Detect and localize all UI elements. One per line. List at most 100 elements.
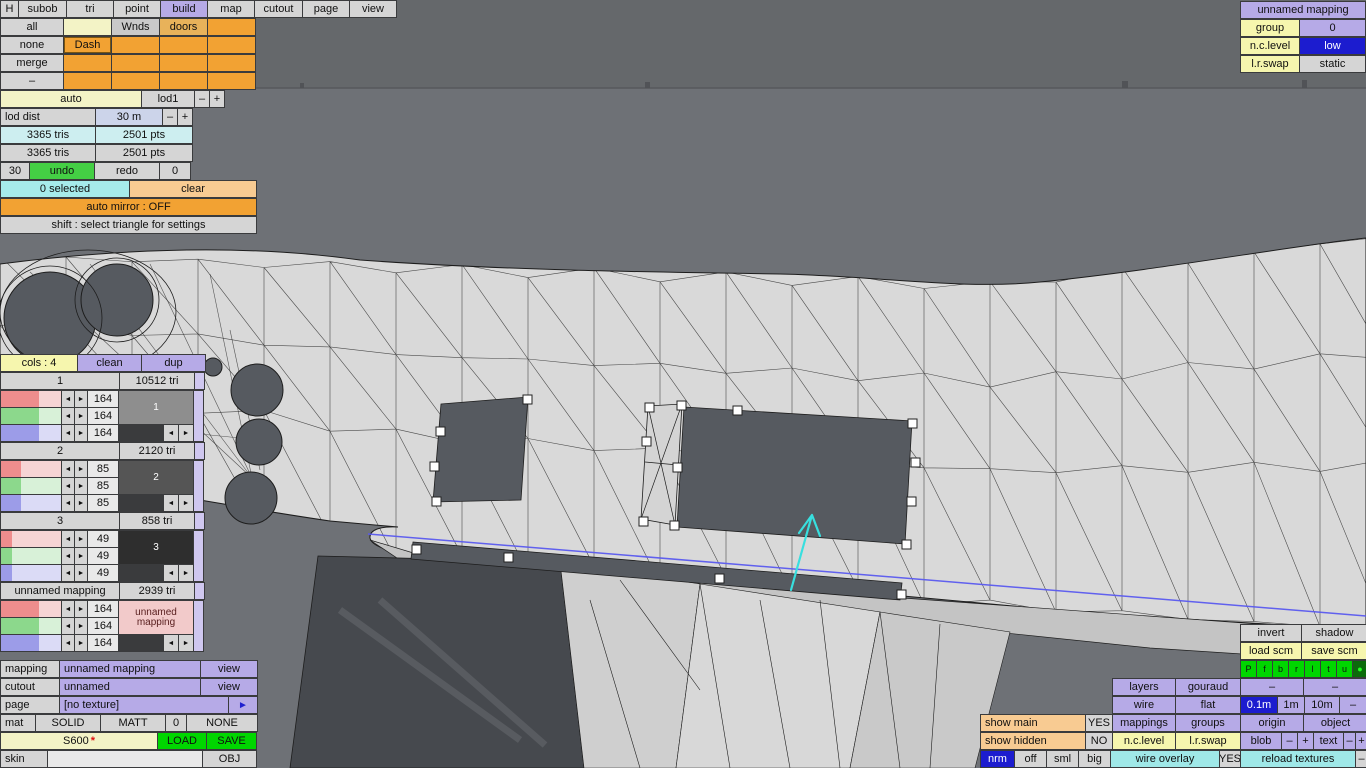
origin-button[interactable]: origin — [1241, 715, 1303, 731]
slider-increment-button[interactable]: ► — [75, 478, 87, 494]
nrm-off-button[interactable]: off — [1015, 751, 1046, 767]
auto-mirror-toggle[interactable]: auto mirror : OFF — [1, 199, 256, 215]
wire-button[interactable]: wire — [1113, 697, 1175, 713]
blob-plus-button[interactable]: + — [1298, 733, 1313, 749]
dup-button[interactable]: dup — [142, 355, 205, 371]
grid-1m-button[interactable]: 1m — [1278, 697, 1304, 713]
text-button[interactable]: text — [1314, 733, 1343, 749]
subobject-cell[interactable] — [64, 19, 111, 35]
group-prev-button[interactable]: ◄ — [164, 425, 178, 441]
tab-cutout[interactable]: cutout — [255, 1, 302, 17]
tab-map[interactable]: map — [208, 1, 254, 17]
select-all-button[interactable]: all — [1, 19, 63, 35]
group-name[interactable]: 2 — [1, 443, 119, 459]
show-hidden-toggle[interactable]: show hidden — [981, 733, 1085, 749]
slider-decrement-button[interactable]: ◄ — [62, 601, 74, 617]
merge-button[interactable]: merge — [1, 55, 63, 71]
blob-button[interactable]: blob — [1241, 733, 1281, 749]
subobject-cell[interactable] — [64, 73, 111, 89]
subobject-cell[interactable] — [160, 73, 207, 89]
show-main-toggle[interactable]: show main — [981, 715, 1085, 731]
nclevel-value[interactable]: low — [1300, 38, 1365, 54]
slider-decrement-button[interactable]: ◄ — [62, 478, 74, 494]
subobject-cell[interactable] — [208, 73, 255, 89]
group-name[interactable]: 3 — [1, 513, 119, 529]
slider-increment-button[interactable]: ► — [75, 635, 87, 651]
load-button[interactable]: LOAD — [158, 733, 206, 749]
object-button[interactable]: object — [1304, 715, 1366, 731]
group-prev-button[interactable]: ◄ — [164, 495, 178, 511]
gouraud-dash-button[interactable]: – — [1304, 679, 1366, 695]
slider-decrement-button[interactable]: ◄ — [62, 531, 74, 547]
group-prev-button[interactable]: ◄ — [164, 635, 178, 651]
show-hidden-value[interactable]: NO — [1086, 733, 1112, 749]
slider-increment-button[interactable]: ► — [75, 601, 87, 617]
select-none-button[interactable]: none — [1, 37, 63, 53]
slider-decrement-button[interactable]: ◄ — [62, 548, 74, 564]
subobject-cell[interactable] — [208, 55, 255, 71]
layers-dash-button[interactable]: – — [1241, 679, 1303, 695]
load-scm-button[interactable]: load scm — [1241, 643, 1301, 659]
mappings-button[interactable]: mappings — [1113, 715, 1175, 731]
mat-zero-value[interactable]: 0 — [166, 715, 186, 731]
reload-textures-button[interactable]: reload textures — [1241, 751, 1355, 767]
lod-plus-button[interactable]: + — [210, 91, 224, 107]
group-next-button[interactable]: ► — [179, 425, 193, 441]
proj-t-button[interactable]: t — [1321, 661, 1336, 677]
group-next-button[interactable]: ► — [179, 565, 193, 581]
grid-10m-button[interactable]: 10m — [1305, 697, 1339, 713]
subobject-cell[interactable] — [112, 73, 159, 89]
subobject-doors[interactable]: doors — [160, 19, 207, 35]
slider-decrement-button[interactable]: ◄ — [62, 618, 74, 634]
subobject-cell[interactable] — [112, 55, 159, 71]
model-name-field[interactable]: S600 * — [1, 733, 157, 749]
subobject-dash[interactable]: Dash — [64, 37, 111, 53]
text-minus-button[interactable]: – — [1344, 733, 1355, 749]
redo-button[interactable]: redo — [95, 163, 159, 179]
group-next-button[interactable]: ► — [179, 495, 193, 511]
scrollbar[interactable] — [195, 513, 204, 529]
shadow-button[interactable]: shadow — [1302, 625, 1366, 641]
red-slider[interactable] — [1, 601, 61, 617]
slider-decrement-button[interactable]: ◄ — [62, 408, 74, 424]
group-next-button[interactable]: ► — [179, 635, 193, 651]
mat-none-select[interactable]: NONE — [187, 715, 257, 731]
red-slider[interactable] — [1, 461, 61, 477]
subobject-wnds[interactable]: Wnds — [112, 19, 159, 35]
slider-decrement-button[interactable]: ◄ — [62, 495, 74, 511]
clear-selection-button[interactable]: clear — [130, 181, 256, 197]
subobject-cell[interactable] — [208, 37, 255, 53]
colour-swatch[interactable]: 1 — [119, 391, 193, 424]
wire-overlay-toggle[interactable]: wire overlay — [1111, 751, 1219, 767]
blue-slider[interactable] — [1, 495, 61, 511]
save-scm-button[interactable]: save scm — [1302, 643, 1366, 659]
lrswap-value[interactable]: static — [1300, 56, 1365, 72]
tab-subob[interactable]: subob — [19, 1, 66, 17]
colour-swatch[interactable]: 2 — [119, 461, 193, 494]
blob-minus-button[interactable]: – — [1282, 733, 1297, 749]
group-name[interactable]: unnamed mapping — [1, 583, 119, 599]
tab-tri[interactable]: tri — [67, 1, 113, 17]
colour-swatch[interactable]: unnamed mapping — [119, 601, 193, 634]
minus-button[interactable]: – — [1, 73, 63, 89]
grid-dash-button[interactable]: – — [1340, 697, 1366, 713]
mat-solid-select[interactable]: SOLID — [36, 715, 100, 731]
proj-dot-button[interactable]: ● — [1353, 661, 1366, 677]
subobject-cell[interactable] — [160, 55, 207, 71]
scrollbar[interactable] — [194, 531, 203, 581]
gouraud-button[interactable]: gouraud — [1176, 679, 1240, 695]
slider-increment-button[interactable]: ► — [75, 461, 87, 477]
proj-p-button[interactable]: P — [1241, 661, 1256, 677]
proj-b-button[interactable]: b — [1273, 661, 1288, 677]
green-slider[interactable] — [1, 618, 61, 634]
nclevel-button[interactable]: n.c.level — [1113, 733, 1175, 749]
slider-decrement-button[interactable]: ◄ — [62, 425, 74, 441]
red-slider[interactable] — [1, 531, 61, 547]
proj-l-button[interactable]: l — [1305, 661, 1320, 677]
slider-decrement-button[interactable]: ◄ — [62, 635, 74, 651]
tab-view[interactable]: view — [350, 1, 396, 17]
proj-r-button[interactable]: r — [1289, 661, 1304, 677]
slider-increment-button[interactable]: ► — [75, 618, 87, 634]
mapping-view-button[interactable]: view — [201, 661, 257, 677]
mapping-title[interactable]: unnamed mapping — [1241, 2, 1365, 18]
